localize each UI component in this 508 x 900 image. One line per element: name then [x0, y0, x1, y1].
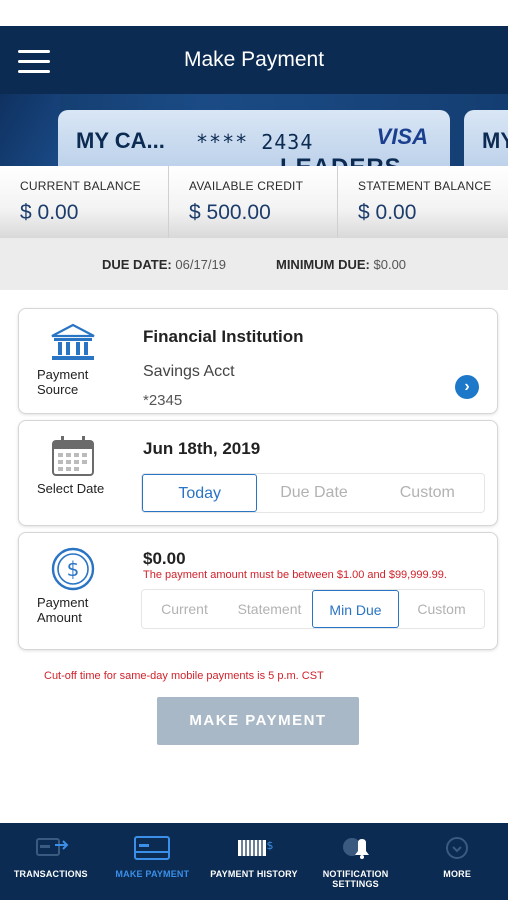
current-balance-value: $ 0.00	[20, 201, 79, 224]
bottom-nav: TRANSACTIONS MAKE PAYMENT $ PAYMENT HIST…	[0, 823, 508, 900]
card-number: **** 2434	[196, 130, 314, 154]
payment-source-icon-group: Payment Source	[33, 323, 113, 397]
payment-amount-icon-group: $ Payment Amount	[33, 547, 113, 625]
available-credit: AVAILABLE CREDIT $ 500.00	[169, 166, 338, 238]
date-option-today[interactable]: Today	[142, 474, 258, 512]
due-date-value: 06/17/19	[175, 256, 226, 272]
dollar-coin-icon: $	[51, 547, 95, 591]
payment-source-label: Payment Source	[37, 367, 89, 397]
balance-summary: CURRENT BALANCE $ 0.00 AVAILABLE CREDIT …	[0, 166, 508, 238]
current-balance: CURRENT BALANCE $ 0.00	[0, 166, 169, 238]
date-option-due-date[interactable]: Due Date	[257, 474, 370, 512]
notification-bell-icon	[342, 838, 369, 859]
credit-card-selected[interactable]: MY CA... **** 2434 VISA LEADERS	[58, 110, 450, 166]
card-name: MY CA...	[76, 128, 165, 153]
amount-option-custom[interactable]: Custom	[399, 590, 484, 628]
amount-option-current[interactable]: Current	[142, 590, 227, 628]
nav-notification-settings[interactable]: NOTIFICATION SETTINGS	[305, 823, 407, 900]
nav-more-label: MORE	[443, 869, 472, 879]
payment-amount-label: Payment Amount	[37, 595, 89, 625]
statement-balance-value: $ 0.00	[358, 201, 417, 224]
select-date-icon-group: Select Date	[33, 435, 113, 496]
statement-balance-label: STATEMENT BALANCE	[358, 179, 492, 193]
card-carousel[interactable]: MY CA... **** 2434 VISA LEADERS MY	[0, 94, 508, 166]
amount-option-statement[interactable]: Statement	[227, 590, 312, 628]
payment-source-panel[interactable]: Payment Source Financial Institution Sav…	[18, 308, 498, 414]
card-logo-text: LEADERS	[280, 154, 402, 166]
svg-text:$: $	[266, 839, 273, 852]
available-credit-label: AVAILABLE CREDIT	[189, 179, 304, 193]
payment-amount-error: The payment amount must be between $1.00…	[143, 569, 447, 581]
visa-logo: VISA	[376, 124, 428, 149]
amount-option-min-due[interactable]: Min Due	[312, 590, 399, 628]
nav-payment-history-label: PAYMENT HISTORY	[210, 869, 298, 879]
due-date: DUE DATE: 06/17/19	[102, 257, 226, 272]
calendar-icon	[52, 436, 94, 476]
available-credit-value: $ 500.00	[189, 201, 271, 224]
cutoff-notice: Cut-off time for same-day mobile payment…	[44, 670, 324, 682]
nav-notification-settings-label: NOTIFICATION SETTINGS	[322, 869, 389, 889]
statement-balance: STATEMENT BALANCE $ 0.00	[338, 166, 507, 238]
minimum-due-label: MINIMUM DUE:	[275, 256, 370, 272]
menu-icon[interactable]	[18, 50, 50, 74]
due-info: DUE DATE: 06/17/19 MINIMUM DUE: $0.00	[0, 238, 508, 290]
svg-text:$: $	[67, 557, 80, 581]
nav-transactions-label: TRANSACTIONS	[13, 869, 88, 879]
status-bar	[0, 0, 508, 26]
nav-more[interactable]: MORE	[406, 823, 508, 900]
source-title: Financial Institution	[143, 327, 304, 346]
make-payment-button[interactable]: MAKE PAYMENT	[157, 697, 359, 745]
select-date-label: Select Date	[37, 481, 105, 496]
credit-card-next[interactable]: MY	[464, 110, 508, 166]
nav-payment-history[interactable]: $ PAYMENT HISTORY	[203, 823, 305, 900]
select-date-panel: Select Date Jun 18th, 2019 Today Due Dat…	[18, 420, 498, 526]
bank-icon	[51, 323, 95, 360]
more-icon	[446, 837, 469, 859]
source-account: Savings Acct	[143, 363, 235, 380]
payment-history-icon: $	[237, 839, 273, 856]
app-header: Make Payment	[0, 26, 508, 94]
date-option-custom[interactable]: Custom	[371, 474, 484, 512]
nav-make-payment[interactable]: MAKE PAYMENT	[102, 823, 204, 900]
minimum-due-value: $0.00	[373, 256, 407, 272]
card-next-name: MY	[482, 128, 508, 153]
minimum-due: MINIMUM DUE: $0.00	[276, 257, 406, 272]
due-date-label: DUE DATE:	[101, 256, 172, 272]
nav-make-payment-label: MAKE PAYMENT	[115, 869, 190, 879]
current-balance-label: CURRENT BALANCE	[20, 179, 141, 193]
payment-amount-panel: $ Payment Amount $0.00 The payment amoun…	[18, 532, 498, 650]
selected-date: Jun 18th, 2019	[143, 439, 261, 458]
payment-amount-value[interactable]: $0.00	[143, 549, 186, 569]
source-account-number: *2345	[143, 392, 183, 409]
date-option-selector: Today Due Date Custom	[141, 473, 485, 513]
transactions-icon	[35, 838, 69, 856]
amount-option-selector: Current Statement Min Due Custom	[141, 589, 485, 629]
chevron-right-icon[interactable]: ›	[455, 375, 479, 399]
page-title: Make Payment	[183, 48, 325, 71]
nav-transactions[interactable]: TRANSACTIONS	[0, 823, 102, 900]
card-payment-icon	[134, 836, 171, 860]
